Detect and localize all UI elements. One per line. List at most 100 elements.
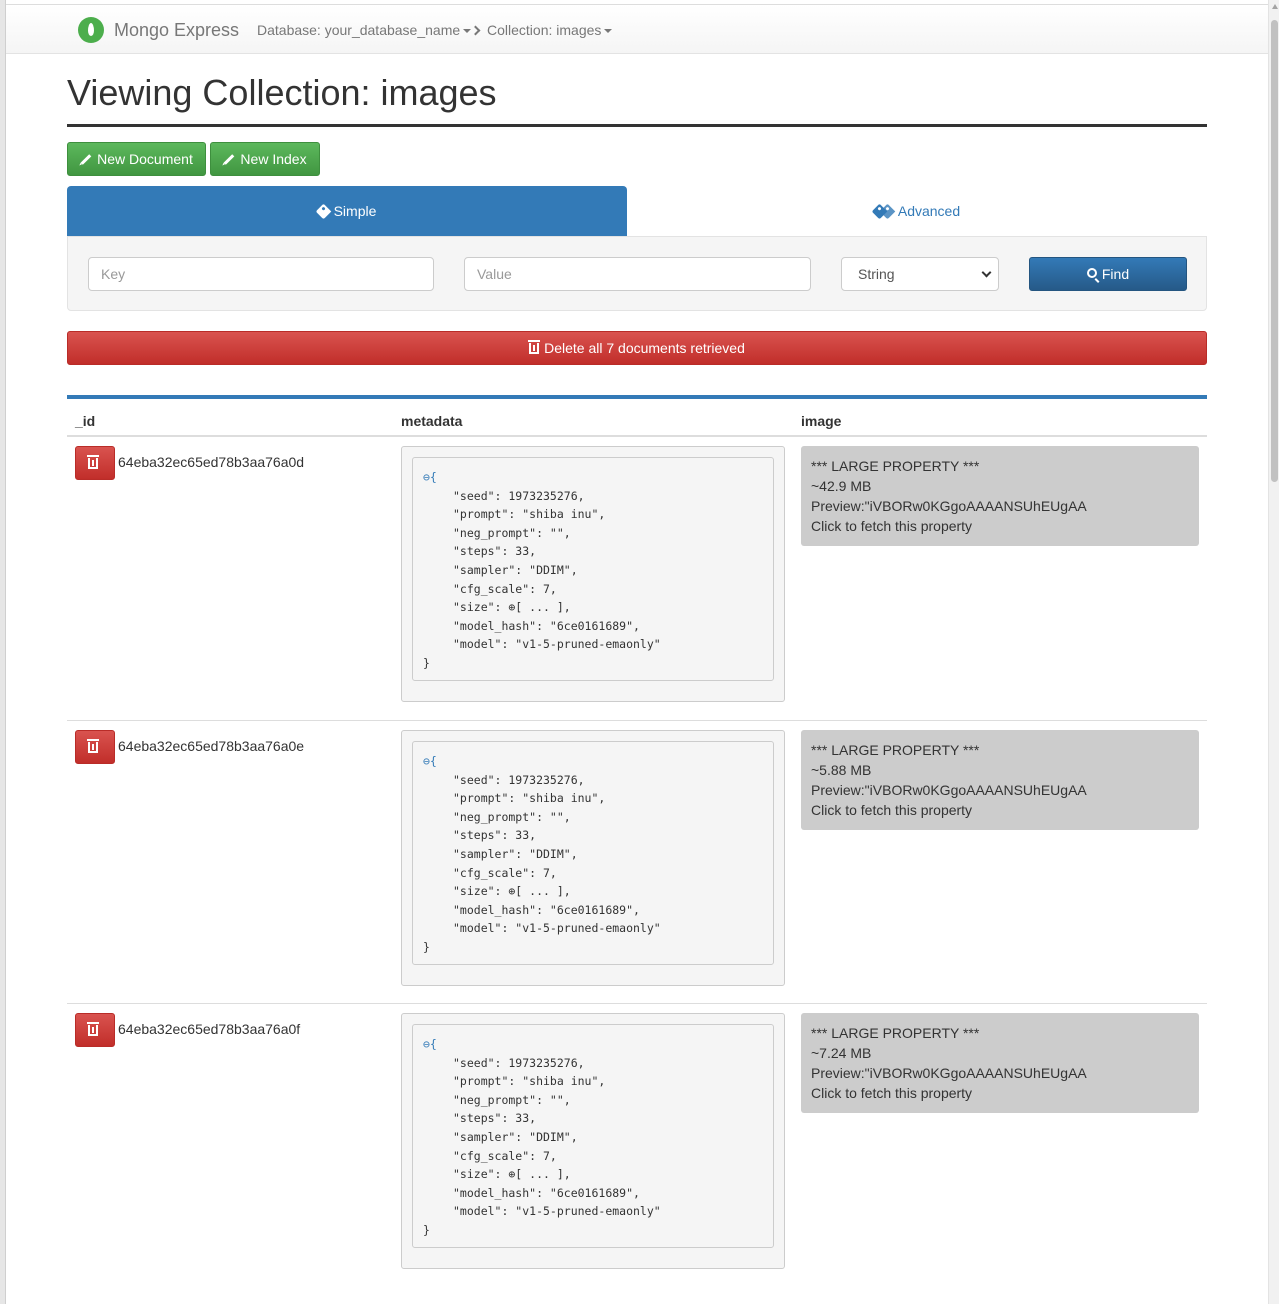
large-property-size: ~5.88 MB: [811, 762, 872, 778]
large-property-box[interactable]: *** LARGE PROPERTY *** ~7.24 MB Preview:…: [801, 1013, 1199, 1113]
metadata-cell: ⊖{ "seed": 1973235276, "prompt": "shiba i…: [401, 730, 785, 986]
column-header-metadata[interactable]: metadata: [401, 413, 462, 429]
metadata-field-line: "prompt": "shiba inu",: [453, 507, 606, 522]
metadata-field-line: "cfg_scale": 7,: [453, 581, 557, 596]
metadata-open-line[interactable]: ⊖{: [423, 1035, 763, 1054]
chevron-right-icon: [470, 25, 481, 35]
fetch-property-hint: Click to fetch this property: [811, 1085, 973, 1101]
type-select-value: String: [858, 266, 895, 282]
document-id-link[interactable]: 64eba32ec65ed78b3aa76a0d: [118, 454, 304, 470]
window-left-edge: [0, 0, 6, 1304]
collapse-toggle-icon[interactable]: ⊖{: [423, 470, 437, 484]
pencil-icon: [224, 153, 235, 165]
metadata-field-line: "seed": 1973235276,: [453, 488, 585, 503]
trash-icon: [86, 454, 99, 469]
documents-table: _id metadata image 64eba32ec65ed78b3aa76…: [67, 395, 1207, 1286]
metadata-field-line: "model": "v1-5-pruned-emaonly": [453, 637, 661, 652]
large-property-preview: Preview:"iVBORw0KGgoAAAANSUhEUgAA: [811, 1065, 1087, 1081]
new-index-button[interactable]: New Index: [210, 142, 320, 176]
metadata-field-line: "neg_prompt": "",: [453, 1092, 571, 1107]
large-property-box[interactable]: *** LARGE PROPERTY *** ~42.9 MB Preview:…: [801, 446, 1199, 546]
table-row: 64eba32ec65ed78b3aa76a0e ⊖{ "seed": 1973…: [67, 720, 1207, 1003]
table-header: _id metadata image: [67, 399, 1207, 437]
trash-icon: [528, 339, 541, 354]
metadata-json-viewer: ⊖{ "seed": 1973235276, "prompt": "shiba i…: [412, 741, 774, 965]
metadata-field-line: "sampler": "DDIM",: [453, 846, 578, 861]
title-divider: [67, 124, 1207, 127]
metadata-close-line: }: [423, 655, 430, 670]
metadata-field-line: "steps": 33,: [453, 544, 537, 559]
column-header-image[interactable]: image: [801, 413, 841, 429]
large-property-size: ~42.9 MB: [811, 478, 872, 494]
find-button[interactable]: Find: [1029, 257, 1187, 291]
chevron-down-icon: [981, 267, 992, 277]
large-property-title: *** LARGE PROPERTY ***: [811, 458, 980, 474]
database-dropdown[interactable]: Database: your_database_name: [257, 22, 472, 38]
tab-advanced[interactable]: Advanced: [627, 186, 1207, 236]
table-body: 64eba32ec65ed78b3aa76a0d ⊖{ "seed": 1973…: [67, 437, 1207, 1286]
document-id-link[interactable]: 64eba32ec65ed78b3aa76a0e: [118, 738, 304, 754]
large-property-title: *** LARGE PROPERTY ***: [811, 742, 980, 758]
metadata-field-line: "cfg_scale": 7,: [453, 865, 557, 880]
collection-crumb-label: Collection: images: [487, 22, 602, 38]
scrollbar-thumb[interactable]: [1271, 20, 1278, 482]
tab-simple[interactable]: Simple: [67, 186, 627, 236]
metadata-field-line: "prompt": "shiba inu",: [453, 791, 606, 806]
new-index-label: New Index: [240, 151, 307, 167]
trash-icon: [86, 738, 99, 753]
tab-simple-label: Simple: [333, 203, 377, 219]
delete-all-label: Delete all 7 documents retrieved: [544, 340, 745, 356]
type-select[interactable]: String: [841, 257, 999, 291]
brand-name: Mongo Express: [114, 19, 240, 40]
collapse-toggle-icon[interactable]: ⊖{: [423, 1037, 437, 1051]
delete-document-button[interactable]: [75, 730, 115, 764]
scroll-up-arrow-icon[interactable]: [1272, 4, 1278, 9]
new-document-button[interactable]: New Document: [67, 142, 206, 176]
key-input[interactable]: [88, 257, 434, 291]
metadata-field-line: "model": "v1-5-pruned-emaonly": [453, 921, 661, 936]
metadata-json-viewer: ⊖{ "seed": 1973235276, "prompt": "shiba i…: [412, 457, 774, 681]
metadata-cell: ⊖{ "seed": 1973235276, "prompt": "shiba i…: [401, 446, 785, 702]
caret-down-icon: [604, 29, 613, 33]
metadata-field-line: "neg_prompt": "",: [453, 525, 571, 540]
metadata-field-line: "model_hash": "6ce0161689",: [453, 1185, 640, 1200]
page-title: Viewing Collection: images: [67, 72, 497, 113]
navbar: Mongo Express Database: your_database_na…: [6, 4, 1268, 54]
collection-dropdown[interactable]: Collection: images: [470, 22, 613, 38]
metadata-field-line: "neg_prompt": "",: [453, 809, 571, 824]
table-row: 64eba32ec65ed78b3aa76a0d ⊖{ "seed": 1973…: [67, 437, 1207, 720]
brand[interactable]: Mongo Express: [78, 17, 239, 43]
delete-all-button[interactable]: Delete all 7 documents retrieved: [67, 331, 1207, 365]
metadata-field-line: "model_hash": "6ce0161689",: [453, 618, 640, 633]
metadata-field-line: "size": ⊕[ ... ],: [453, 884, 571, 899]
metadata-open-line[interactable]: ⊖{: [423, 752, 763, 771]
find-label: Find: [1101, 266, 1130, 282]
metadata-field-line: "prompt": "shiba inu",: [453, 1074, 606, 1089]
fetch-property-hint: Click to fetch this property: [811, 802, 973, 818]
database-crumb-label: Database: your_database_name: [257, 22, 461, 38]
large-property-title: *** LARGE PROPERTY ***: [811, 1025, 980, 1041]
column-header-id[interactable]: _id: [75, 413, 95, 429]
search-icon: [1086, 268, 1097, 278]
value-input[interactable]: [464, 257, 811, 291]
tab-advanced-label: Advanced: [897, 203, 961, 219]
new-document-label: New Document: [97, 151, 193, 167]
document-id-link[interactable]: 64eba32ec65ed78b3aa76a0f: [118, 1021, 300, 1037]
metadata-json-viewer: ⊖{ "seed": 1973235276, "prompt": "shiba i…: [412, 1024, 774, 1248]
metadata-field-line: "cfg_scale": 7,: [453, 1148, 557, 1163]
delete-document-button[interactable]: [75, 1013, 115, 1047]
metadata-close-line: }: [423, 939, 430, 954]
large-property-preview: Preview:"iVBORw0KGgoAAAANSUhEUgAA: [811, 782, 1087, 798]
metadata-close-line: }: [423, 1222, 430, 1237]
metadata-field-line: "steps": 33,: [453, 1111, 537, 1126]
large-property-box[interactable]: *** LARGE PROPERTY *** ~5.88 MB Preview:…: [801, 730, 1199, 830]
metadata-open-line[interactable]: ⊖{: [423, 468, 763, 487]
large-property-size: ~7.24 MB: [811, 1045, 872, 1061]
metadata-field-line: "size": ⊕[ ... ],: [453, 1167, 571, 1182]
large-property-preview: Preview:"iVBORw0KGgoAAAANSUhEUgAA: [811, 498, 1087, 514]
metadata-field-line: "steps": 33,: [453, 828, 537, 843]
delete-document-button[interactable]: [75, 446, 115, 480]
vertical-scrollbar[interactable]: [1268, 0, 1279, 1304]
metadata-field-line: "seed": 1973235276,: [453, 1055, 585, 1070]
collapse-toggle-icon[interactable]: ⊖{: [423, 754, 437, 768]
